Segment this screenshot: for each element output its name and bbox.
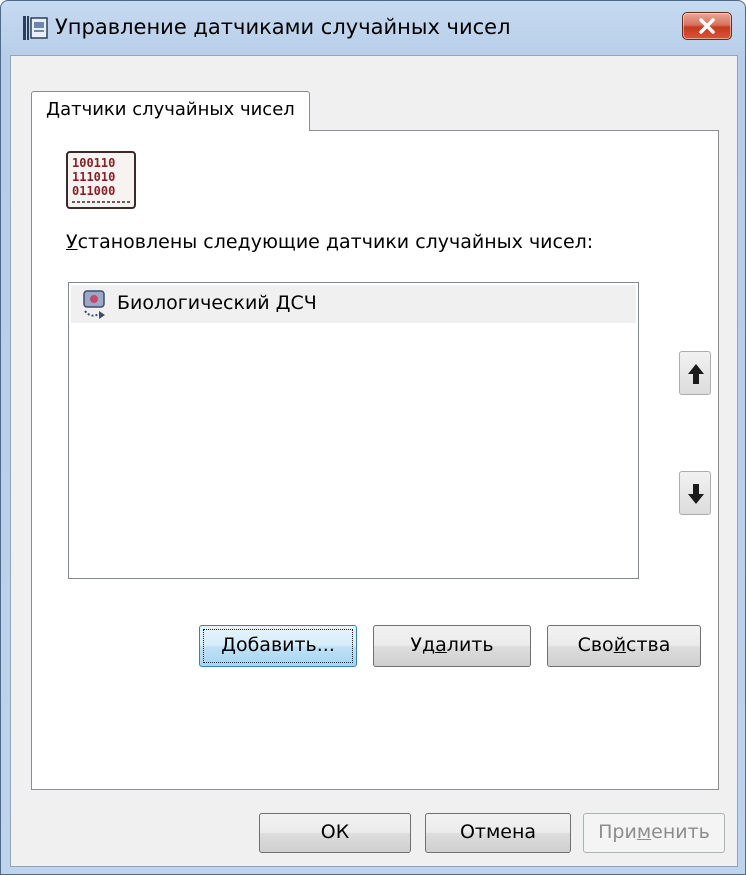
svg-text:011000: 011000 [72,184,115,198]
properties-button[interactable]: Свойства [547,625,701,667]
tab-rng-sensors[interactable]: Датчики случайных чисел [31,91,310,131]
title-bar[interactable]: Управление датчиками случайных чисел [1,1,746,55]
app-icon [23,16,48,40]
rng-list[interactable]: Биологический ДСЧ [68,282,639,579]
remove-button[interactable]: Удалить [373,625,531,667]
arrow-down-icon [688,484,704,504]
apply-button[interactable]: Применить [583,813,725,853]
svg-text:100110: 100110 [72,156,115,170]
move-down-button[interactable] [679,471,711,515]
move-up-button[interactable] [679,351,711,395]
close-icon [699,18,715,34]
list-item[interactable]: Биологический ДСЧ [71,285,636,323]
installed-sensors-label: Установлены следующие датчики случайных … [66,231,594,253]
svg-text:111010: 111010 [72,170,115,184]
rng-device-icon [83,290,105,319]
add-button[interactable]: Добавить... [199,625,357,667]
dialog-window: Управление датчиками случайных чисел Дат… [0,0,746,875]
ok-button[interactable]: ОК [259,813,411,853]
list-item-label: Биологический ДСЧ [117,292,317,314]
binary-data-icon: 100110 111010 011000 [66,151,136,209]
cancel-button[interactable]: Отмена [425,813,571,853]
close-button[interactable] [682,12,732,40]
arrow-up-icon [688,364,704,384]
window-title: Управление датчиками случайных чисел [55,15,511,39]
